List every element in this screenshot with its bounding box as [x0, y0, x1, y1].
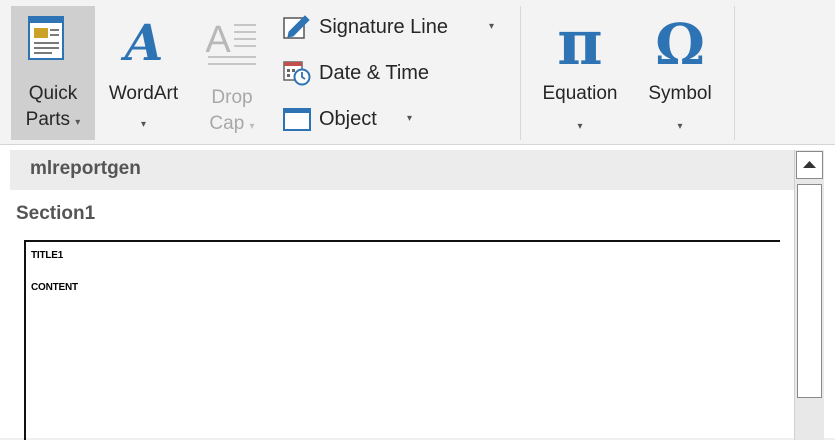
- drop-cap-label-line1: Drop: [211, 87, 253, 108]
- equation-button[interactable]: π Equation ▾: [528, 6, 632, 140]
- svg-text:A: A: [206, 19, 231, 61]
- chevron-down-icon: ▾: [577, 121, 583, 132]
- wordart-icon: A: [121, 13, 164, 68]
- signature-line-button[interactable]: Signature Line ▾: [283, 8, 515, 46]
- chevron-up-icon: [803, 161, 816, 168]
- gallery-category-label: mlreportgen: [30, 158, 141, 179]
- equation-label: Equation: [542, 83, 618, 104]
- drop-cap-button[interactable]: A Drop Cap ▾: [196, 6, 268, 140]
- signature-line-label: Signature Line: [319, 16, 448, 38]
- date-time-label: Date & Time: [319, 62, 430, 84]
- symbol-button[interactable]: Ω Symbol ▾: [634, 6, 726, 140]
- chevron-down-icon: ▾: [677, 121, 683, 132]
- preview-title-text: TITLE1: [31, 250, 64, 261]
- chevron-down-icon: ▾: [407, 113, 413, 124]
- gallery-section-title: Section1: [16, 203, 96, 224]
- insert-ribbon: Quick Parts ▾ A WordArt ▾ A Drop Cap ▾ S…: [0, 0, 835, 145]
- quick-parts-button[interactable]: Quick Parts ▾: [11, 6, 95, 140]
- symbol-label: Symbol: [648, 83, 712, 104]
- date-time-icon: [283, 61, 311, 86]
- svg-text:π: π: [557, 8, 602, 76]
- quick-parts-icon: [28, 16, 64, 60]
- preview-content-text: CONTENT: [31, 282, 78, 293]
- chevron-down-icon: ▾: [249, 121, 255, 132]
- omega-icon: Ω: [655, 12, 705, 76]
- group-separator: [520, 6, 521, 140]
- drop-cap-icon: A: [206, 19, 256, 65]
- svg-text:A: A: [121, 13, 164, 68]
- svg-text:Ω: Ω: [655, 12, 705, 76]
- quick-parts-gallery: mlreportgen Section1 TITLE1 CONTENT: [0, 145, 835, 440]
- object-button[interactable]: Object ▾: [283, 100, 515, 138]
- drop-cap-label-line2: Cap: [209, 113, 245, 134]
- vertical-scrollbar[interactable]: [794, 150, 824, 440]
- date-time-button[interactable]: Date & Time: [283, 54, 515, 92]
- building-block-preview[interactable]: TITLE1 CONTENT: [24, 240, 780, 440]
- wordart-button[interactable]: A WordArt ▾: [96, 6, 191, 140]
- quick-parts-label-line2: Parts: [25, 109, 71, 130]
- pi-icon: π: [557, 8, 602, 76]
- chevron-down-icon: ▾: [140, 119, 147, 130]
- scrollbar-thumb[interactable]: [797, 184, 822, 398]
- chevron-down-icon: ▾: [489, 21, 495, 32]
- object-icon: [283, 108, 311, 131]
- scroll-up-button[interactable]: [796, 151, 823, 179]
- chevron-down-icon: ▾: [75, 117, 81, 128]
- quick-parts-label-line1: Quick: [28, 83, 78, 104]
- signature-line-icon: [283, 15, 310, 39]
- gallery-category-header: mlreportgen: [10, 150, 794, 190]
- object-label: Object: [319, 108, 377, 130]
- group-separator: [734, 6, 735, 140]
- wordart-label: WordArt: [108, 83, 179, 104]
